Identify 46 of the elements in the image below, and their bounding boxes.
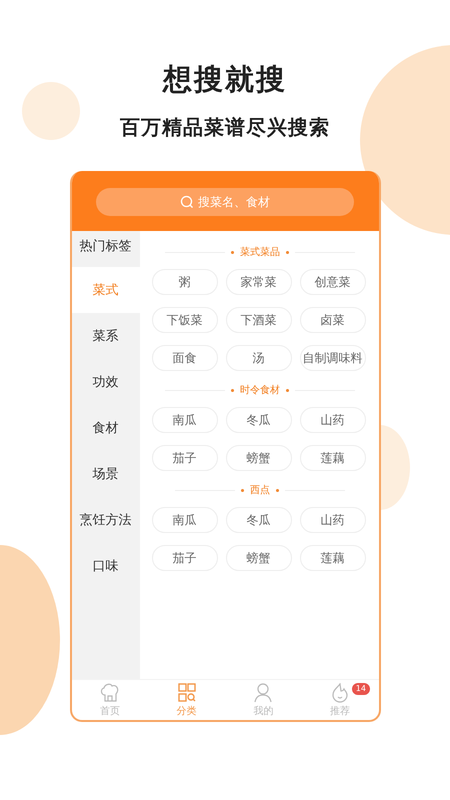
section-title: 西点 [250,484,270,497]
tag-chip[interactable]: 山药 [300,507,366,533]
dot-icon [276,488,279,492]
tag-chip[interactable]: 冬瓜 [226,407,292,433]
tag-chip[interactable]: 南瓜 [152,507,218,533]
tag-chip[interactable]: 螃蟹 [226,445,292,471]
search-placeholder: 搜菜名、食材 [198,194,270,210]
tag-chip[interactable]: 茄子 [152,545,218,571]
sidebar-item[interactable]: 功效 [72,359,140,405]
tag-chip[interactable]: 螃蟹 [226,545,292,571]
tag-chip[interactable]: 粥 [152,269,218,295]
person-icon [252,682,274,702]
sidebar-item[interactable]: 热门标签 [72,231,140,267]
count-badge: 14 [352,683,370,695]
dot-icon [241,488,244,492]
tag-chip[interactable]: 汤 [226,345,292,371]
tab-item[interactable]: 推荐 14 [302,680,378,720]
tag-chip[interactable]: 创意菜 [300,269,366,295]
grid-icon [176,682,198,702]
sidebar-item[interactable]: 食材 [72,405,140,451]
chef-hat-icon [98,682,121,702]
search-icon [180,195,194,209]
tag-chip[interactable]: 下酒菜 [226,307,292,333]
tag-chip[interactable]: 冬瓜 [226,507,292,533]
tag-chip[interactable]: 卤菜 [300,307,366,333]
headline: 想搜就搜 [163,61,287,98]
tag-chip[interactable]: 山药 [300,407,366,433]
tag-chip[interactable]: 茄子 [152,445,218,471]
dot-icon [231,250,234,254]
subtitle: 百万精品菜谱尽兴搜索 [120,114,330,141]
tag-chip[interactable]: 下饭菜 [152,307,218,333]
sidebar-item[interactable]: 菜系 [72,313,140,359]
tag-chip[interactable]: 自制调味料 [300,345,366,371]
section-title: 菜式菜品 [240,246,280,259]
tag-chip[interactable]: 南瓜 [152,407,218,433]
tag-chip[interactable]: 莲藕 [300,445,366,471]
section-title: 时令食材 [240,384,280,397]
tag-chip[interactable]: 莲藕 [300,545,366,571]
dot-icon [286,388,289,392]
sidebar-item[interactable]: 烹饪方法 [72,497,140,543]
tag-chip[interactable]: 家常菜 [226,269,292,295]
tag-chip[interactable]: 面食 [152,345,218,371]
sidebar-item[interactable]: 口味 [72,543,140,589]
dot-icon [231,388,234,392]
dot-icon [286,250,289,254]
sidebar-item[interactable]: 场景 [72,451,140,497]
